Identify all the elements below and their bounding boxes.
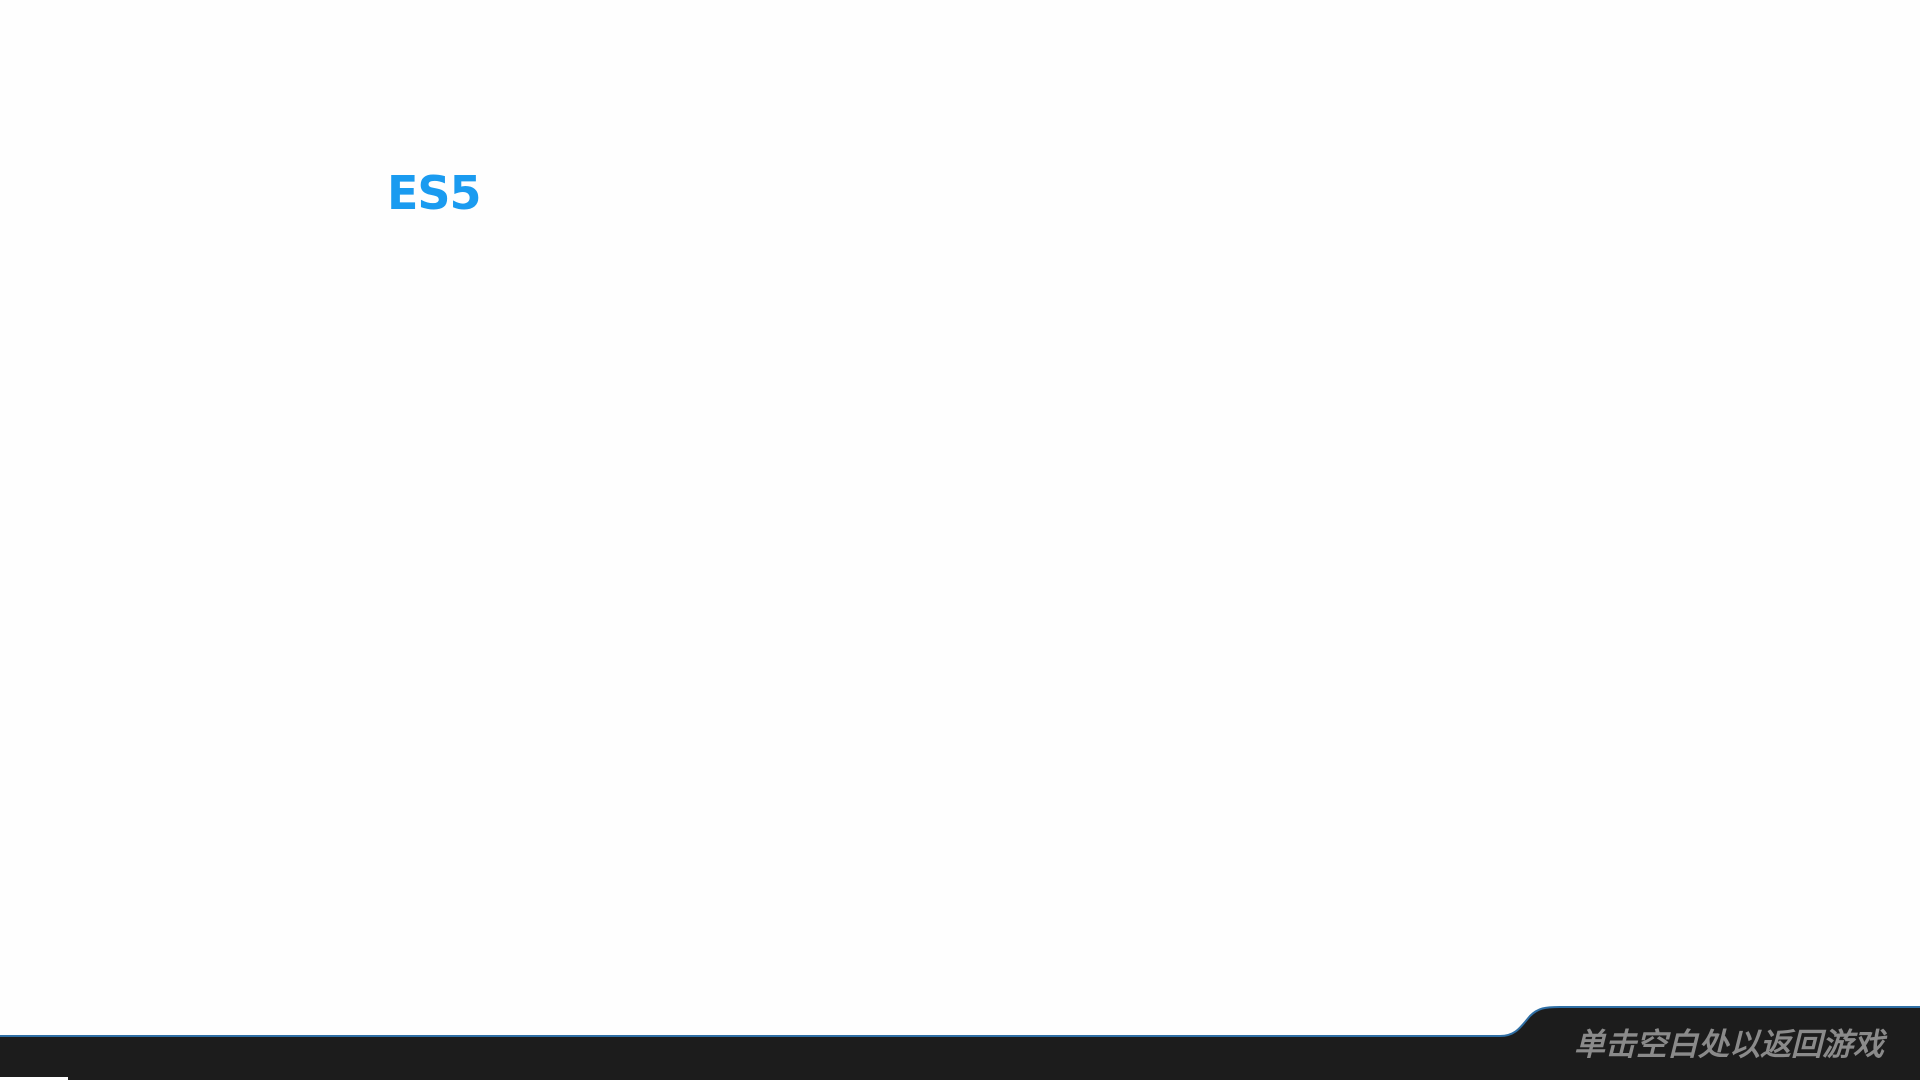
- page-background[interactable]: ES5 单击空白处以返回游戏: [0, 0, 1920, 1080]
- page-title: ES5: [387, 166, 482, 220]
- return-to-game-hint[interactable]: 单击空白处以返回游戏: [1574, 1025, 1884, 1065]
